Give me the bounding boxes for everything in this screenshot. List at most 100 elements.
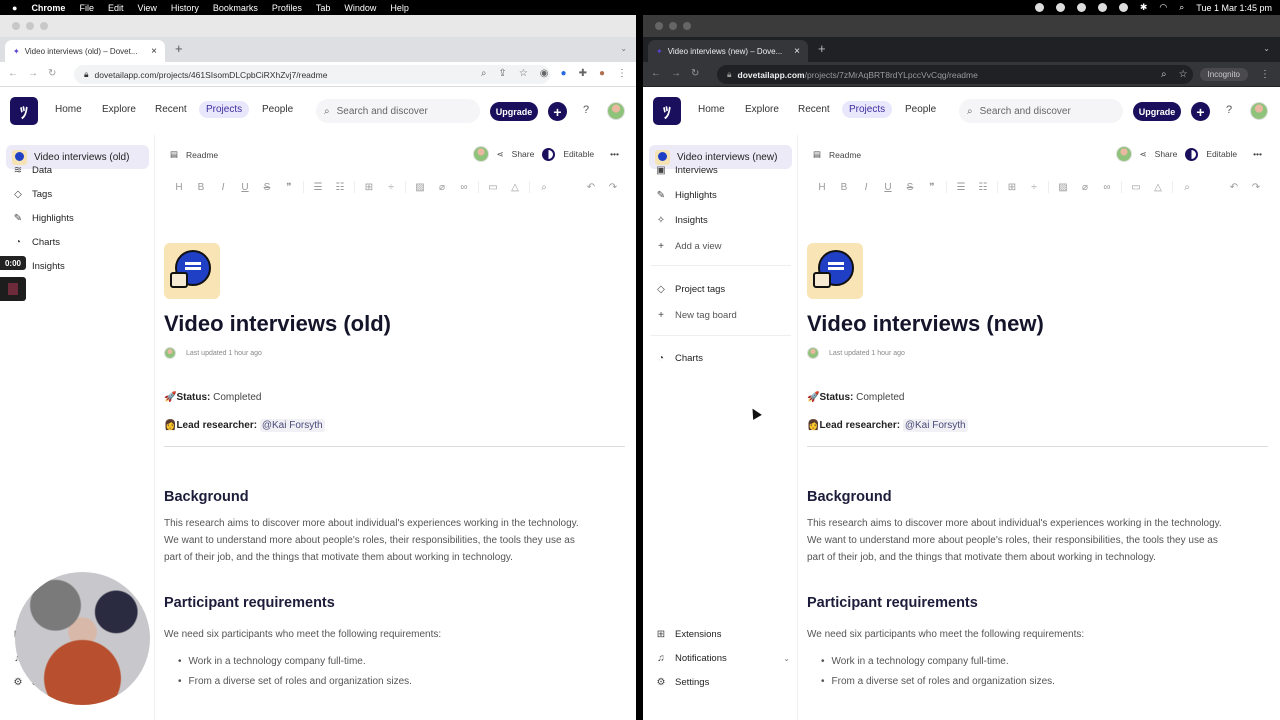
close-tab-icon[interactable]: × bbox=[151, 46, 157, 57]
menu-edit[interactable]: Edit bbox=[108, 3, 124, 13]
status-icon[interactable] bbox=[1118, 3, 1128, 12]
sidebar-item-extensions[interactable]: ⊞ Extensions bbox=[655, 629, 790, 640]
sidebar-item-notifications[interactable]: ♫ Notifications ⌄ bbox=[655, 653, 790, 664]
bullet-list-icon[interactable]: ☰ bbox=[950, 182, 972, 193]
video-icon[interactable]: ▭ bbox=[482, 182, 504, 193]
menu-view[interactable]: View bbox=[137, 3, 156, 13]
nav-recent[interactable]: Recent bbox=[798, 104, 830, 115]
wifi-icon[interactable]: ◠ bbox=[1159, 2, 1167, 13]
italic-icon[interactable]: I bbox=[855, 182, 877, 193]
italic-icon[interactable]: I bbox=[212, 182, 234, 193]
more-options-icon[interactable]: ••• bbox=[610, 149, 619, 159]
forward-icon[interactable]: → bbox=[671, 68, 681, 79]
sidebar-item-data[interactable]: ≋ Data bbox=[12, 165, 52, 176]
underline-icon[interactable]: U bbox=[234, 182, 256, 193]
link-icon[interactable]: ∞ bbox=[1096, 182, 1118, 193]
close-window-button[interactable] bbox=[12, 22, 20, 30]
close-tab-icon[interactable]: × bbox=[794, 46, 800, 57]
sidebar-item-project-tags[interactable]: ◇ Project tags bbox=[655, 284, 725, 295]
sidebar-item-highlights[interactable]: ✎ Highlights bbox=[655, 190, 717, 201]
nav-home[interactable]: Home bbox=[698, 104, 725, 115]
search-input[interactable]: ⌕ Search and discover bbox=[316, 99, 480, 123]
heading-icon[interactable]: H bbox=[168, 182, 190, 193]
user-mention[interactable]: @Kai Forsyth bbox=[259, 419, 325, 432]
extension-icon[interactable]: ◉ bbox=[540, 68, 549, 79]
share-button[interactable]: Share bbox=[1155, 149, 1178, 159]
menu-chrome[interactable]: Chrome bbox=[31, 3, 65, 13]
chrome-menu-icon[interactable]: ⋮ bbox=[617, 68, 627, 79]
sidebar-item-charts[interactable]: ◔ Charts bbox=[12, 237, 60, 248]
clock[interactable]: Tue 1 Mar 1:45 pm bbox=[1196, 3, 1272, 13]
status-icon[interactable] bbox=[1076, 3, 1086, 12]
quote-icon[interactable]: ❞ bbox=[921, 182, 943, 193]
tab-search-chevron-icon[interactable]: ⌄ bbox=[620, 44, 627, 53]
table-icon[interactable]: ⊞ bbox=[1001, 182, 1023, 193]
chrome-menu-icon[interactable]: ⋮ bbox=[1260, 69, 1270, 80]
url-input[interactable]: 🔒︎ dovetailapp.com/projects/7zMrAqBRT8rdY… bbox=[717, 65, 1193, 84]
dovetail-logo[interactable]: ﾂ bbox=[10, 97, 38, 125]
user-avatar[interactable] bbox=[1250, 102, 1268, 120]
new-tab-button[interactable]: + bbox=[818, 41, 826, 56]
back-icon[interactable]: ← bbox=[651, 68, 661, 79]
status-icon[interactable] bbox=[1034, 3, 1044, 12]
numbered-list-icon[interactable]: ☷ bbox=[329, 182, 351, 193]
project-emoji-icon[interactable] bbox=[164, 243, 220, 299]
extension-icon[interactable]: ● bbox=[561, 68, 567, 79]
forward-icon[interactable]: → bbox=[28, 68, 38, 79]
sidebar-item-charts[interactable]: ◔ Charts bbox=[655, 353, 703, 364]
zoom-icon[interactable]: ⌕ bbox=[1161, 69, 1167, 80]
sidebar-item-add-a-view[interactable]: + Add a view bbox=[655, 241, 721, 252]
search-input[interactable]: ⌕ Search and discover bbox=[959, 99, 1123, 123]
sidebar-item-settings[interactable]: ⚙ Settings bbox=[655, 677, 790, 688]
dovetail-logo[interactable]: ﾂ bbox=[653, 97, 681, 125]
menu-profiles[interactable]: Profiles bbox=[272, 3, 302, 13]
zoom-window-button[interactable] bbox=[683, 22, 691, 30]
readme-label[interactable]: Readme bbox=[186, 150, 218, 160]
menu-history[interactable]: History bbox=[171, 3, 199, 13]
link-icon[interactable]: ∞ bbox=[453, 182, 475, 193]
stop-recording-button[interactable] bbox=[0, 277, 26, 301]
menu-window[interactable]: Window bbox=[344, 3, 376, 13]
status-icon[interactable] bbox=[1055, 3, 1065, 12]
upgrade-button[interactable]: Upgrade bbox=[1133, 102, 1181, 121]
user-mention[interactable]: @Kai Forsyth bbox=[902, 419, 968, 432]
more-options-icon[interactable]: ••• bbox=[1253, 149, 1262, 159]
zoom-window-button[interactable] bbox=[40, 22, 48, 30]
bookmark-star-icon[interactable]: ☆ bbox=[519, 68, 528, 79]
nav-explore[interactable]: Explore bbox=[102, 104, 136, 115]
editable-toggle[interactable] bbox=[1185, 147, 1199, 161]
nav-projects[interactable]: Projects bbox=[199, 101, 250, 118]
attachment-icon[interactable]: ⌀ bbox=[1074, 182, 1096, 193]
video-icon[interactable]: ▭ bbox=[1125, 182, 1147, 193]
browser-tab[interactable]: ✦ Video interviews (new) – Dove... × bbox=[648, 40, 808, 62]
collaborator-avatar[interactable] bbox=[472, 146, 489, 162]
redo-icon[interactable]: ↷ bbox=[602, 182, 624, 193]
nav-recent[interactable]: Recent bbox=[155, 104, 187, 115]
user-avatar[interactable] bbox=[607, 102, 625, 120]
browser-tab[interactable]: ✦ Video interviews (old) – Dovet... × bbox=[5, 40, 165, 62]
readme-label[interactable]: Readme bbox=[829, 150, 861, 160]
bold-icon[interactable]: B bbox=[190, 182, 212, 193]
url-input[interactable]: 🔒︎ dovetailapp.com/projects/461SIsomDLCpb… bbox=[74, 65, 550, 84]
drive-icon[interactable]: △ bbox=[1147, 182, 1169, 193]
help-button[interactable]: ? bbox=[1226, 104, 1232, 116]
upgrade-button[interactable]: Upgrade bbox=[490, 102, 538, 121]
heading-icon[interactable]: H bbox=[811, 182, 833, 193]
bookmark-star-icon[interactable]: ☆ bbox=[1179, 69, 1188, 80]
webcam-overlay[interactable] bbox=[15, 572, 150, 705]
nav-home[interactable]: Home bbox=[55, 104, 82, 115]
undo-icon[interactable]: ↶ bbox=[1223, 182, 1245, 193]
tab-search-chevron-icon[interactable]: ⌄ bbox=[1263, 44, 1270, 53]
menu-help[interactable]: Help bbox=[390, 3, 409, 13]
undo-icon[interactable]: ↶ bbox=[580, 182, 602, 193]
editable-toggle[interactable] bbox=[542, 147, 556, 161]
drive-icon[interactable]: △ bbox=[504, 182, 526, 193]
menu-file[interactable]: File bbox=[79, 3, 94, 13]
extensions-puzzle-icon[interactable]: ✚ bbox=[579, 68, 587, 79]
attachment-icon[interactable]: ⌀ bbox=[431, 182, 453, 193]
strikethrough-icon[interactable]: S bbox=[899, 182, 921, 193]
divider-icon[interactable]: ÷ bbox=[1023, 182, 1045, 193]
status-icon[interactable] bbox=[1097, 3, 1107, 12]
share-icon[interactable]: ⇪ bbox=[498, 68, 506, 79]
nav-projects[interactable]: Projects bbox=[842, 101, 893, 118]
